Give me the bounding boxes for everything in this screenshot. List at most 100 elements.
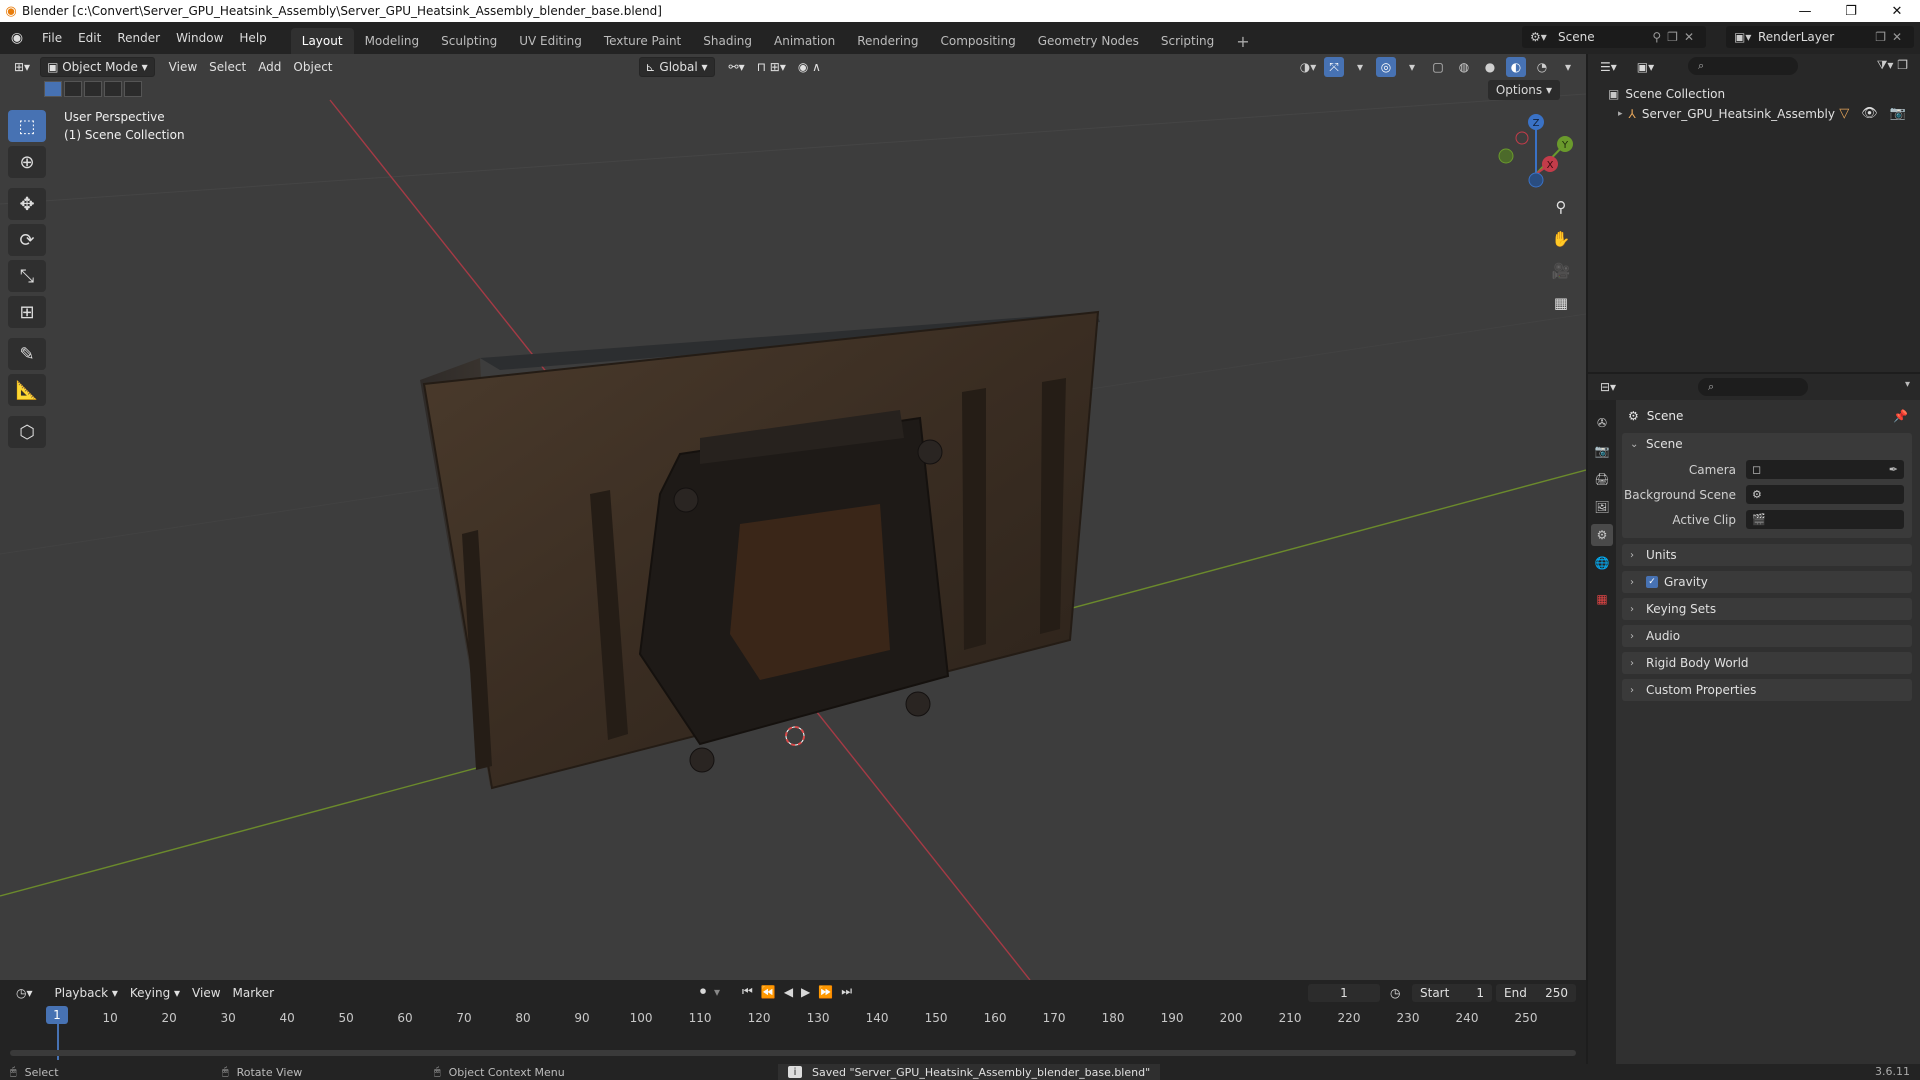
material-shading-icon[interactable]: ◐: [1506, 57, 1526, 77]
ortho-grid-icon[interactable]: ▦: [1548, 290, 1574, 316]
preview-range-icon[interactable]: ◷: [1390, 984, 1408, 1002]
outliner-item-assembly[interactable]: ▸ ⅄ Server_GPU_Heatsink_Assembly: [1618, 104, 1835, 124]
visibility-icon[interactable]: ◑▾: [1298, 57, 1318, 77]
tab-animation[interactable]: Animation: [763, 28, 846, 54]
tab-geometry-nodes[interactable]: Geometry Nodes: [1027, 28, 1150, 54]
minimize-button[interactable]: —: [1782, 0, 1828, 22]
menu-render[interactable]: Render: [109, 27, 168, 49]
move-tool-icon[interactable]: ✥: [8, 188, 46, 220]
rotate-tool-icon[interactable]: ⟳: [8, 224, 46, 256]
properties-editor[interactable]: ⊟▾ ⌕ ▾ ✇ 📷 🖨 🖼 ⚙ 🌐 ▦ ⚙ Scene 📌 ⌄ Scene C…: [1588, 374, 1920, 1064]
close-button[interactable]: ✕: [1874, 0, 1920, 22]
select-subtract-icon[interactable]: [84, 81, 102, 97]
tab-sculpting[interactable]: Sculpting: [430, 28, 508, 54]
camera-view-icon[interactable]: 🎥: [1548, 258, 1574, 284]
scale-tool-icon[interactable]: ⤡: [8, 260, 46, 292]
transform-orientation-dropdown[interactable]: ⊾ Global ▾: [638, 57, 715, 77]
active-clip-field[interactable]: 🎬: [1746, 510, 1904, 529]
outliner-editor-type-icon[interactable]: ☰▾: [1600, 60, 1617, 74]
wireframe-shading-icon[interactable]: ◍: [1454, 57, 1474, 77]
select-invert-icon[interactable]: [104, 81, 122, 97]
menu-help[interactable]: Help: [231, 27, 274, 49]
world-tab-icon[interactable]: 🌐: [1591, 552, 1613, 574]
timeline-editor-type-icon[interactable]: ◷▾: [10, 983, 39, 1003]
menu-edit[interactable]: Edit: [70, 27, 109, 49]
expand-arrow-icon[interactable]: ▸: [1618, 109, 1623, 119]
maximize-button[interactable]: ❐: [1828, 0, 1874, 22]
outliner-editor[interactable]: ☰▾ ▣▾ ⌕ ⧩▾ ❐ ▣ Scene Collection ▸ ⅄ Serv…: [1588, 54, 1920, 372]
pin-icon[interactable]: 📌: [1893, 409, 1908, 423]
outliner-filter-icon[interactable]: ⧩▾ ❐: [1877, 58, 1908, 73]
gizmo-neg-x-handle[interactable]: [1515, 131, 1529, 145]
menu-keying[interactable]: Keying ▾: [124, 983, 186, 1003]
end-frame-field[interactable]: End 250: [1496, 984, 1576, 1002]
options-dropdown[interactable]: Options ▾: [1487, 80, 1560, 100]
frame-cursor[interactable]: 1: [46, 1006, 68, 1024]
blender-menu-icon[interactable]: ◉: [0, 30, 34, 46]
camera-field[interactable]: ◻ ✒: [1746, 460, 1904, 479]
menu-playback[interactable]: Playback ▾: [49, 983, 124, 1003]
record-dropdown-icon[interactable]: ▾: [714, 985, 720, 999]
timeline-scrollbar[interactable]: [10, 1050, 1576, 1056]
gizmo-dropdown-icon[interactable]: ▾: [1350, 57, 1370, 77]
tab-modeling[interactable]: Modeling: [354, 28, 431, 54]
panel-units[interactable]: › Units: [1622, 544, 1912, 566]
add-cube-tool-icon[interactable]: ⬡: [8, 416, 46, 448]
annotate-tool-icon[interactable]: ✎: [8, 338, 46, 370]
camera-render-icon[interactable]: 📷: [1890, 106, 1906, 121]
output-tab-icon[interactable]: 🖨: [1591, 468, 1613, 490]
jump-keyframe-forward-icon[interactable]: ⏩: [818, 985, 833, 999]
select-extend-icon[interactable]: [64, 81, 82, 97]
view-layer-actions-icon[interactable]: ❐✕: [1875, 30, 1908, 44]
select-box-tool-icon[interactable]: ⬚: [8, 110, 46, 142]
solid-shading-icon[interactable]: ●: [1480, 57, 1500, 77]
render-tab-icon[interactable]: 📷: [1591, 440, 1613, 462]
gizmo-neg-z-handle[interactable]: [1528, 172, 1544, 188]
menu-window[interactable]: Window: [168, 27, 231, 49]
timeline-editor[interactable]: ◷▾ Playback ▾ Keying ▾ View Marker ⏺ ▾ ⏮…: [0, 980, 1586, 1064]
texture-tab-icon[interactable]: ▦: [1591, 588, 1613, 610]
3d-cursor[interactable]: [785, 726, 805, 746]
eye-visibility-icon[interactable]: 👁: [1861, 106, 1878, 121]
properties-options-icon[interactable]: ▾: [1905, 379, 1910, 390]
shading-dropdown-icon[interactable]: ▾: [1558, 57, 1578, 77]
menu-file[interactable]: File: [34, 27, 70, 49]
panel-rigid-body-world[interactable]: › Rigid Body World: [1622, 652, 1912, 674]
record-icon[interactable]: ⏺: [700, 984, 706, 999]
gizmo-neg-y-handle[interactable]: [1498, 148, 1514, 164]
play-icon[interactable]: ▶: [801, 985, 810, 999]
cursor-tool-icon[interactable]: ⊕: [8, 146, 46, 178]
panel-audio[interactable]: › Audio: [1622, 625, 1912, 647]
tab-uv-editing[interactable]: UV Editing: [508, 28, 593, 54]
menu-view[interactable]: View: [163, 57, 203, 77]
eyedropper-icon[interactable]: ✒: [1889, 463, 1898, 476]
properties-search-input[interactable]: ⌕: [1698, 378, 1808, 396]
menu-add[interactable]: Add: [252, 57, 287, 77]
tab-shading[interactable]: Shading: [692, 28, 763, 54]
menu-marker[interactable]: Marker: [227, 983, 280, 1003]
menu-timeline-view[interactable]: View: [186, 983, 226, 1003]
select-new-icon[interactable]: [44, 81, 62, 97]
measure-tool-icon[interactable]: 📐: [8, 374, 46, 406]
background-scene-field[interactable]: ⚙: [1746, 485, 1904, 504]
tool-tab-icon[interactable]: ✇: [1591, 412, 1613, 434]
gravity-checkbox[interactable]: ✓: [1646, 576, 1658, 588]
tab-rendering[interactable]: Rendering: [846, 28, 929, 54]
gizmo-toggle-icon[interactable]: ⤧: [1324, 57, 1344, 77]
overlay-dropdown-icon[interactable]: ▾: [1402, 57, 1422, 77]
play-reverse-icon[interactable]: ◀: [784, 985, 793, 999]
menu-object[interactable]: Object: [287, 57, 338, 77]
panel-custom-properties[interactable]: › Custom Properties: [1622, 679, 1912, 701]
start-frame-field[interactable]: Start 1: [1412, 984, 1492, 1002]
snap-icon[interactable]: ⊓ ⊞▾: [751, 57, 792, 77]
pivot-point-icon[interactable]: ⚯▾: [723, 57, 751, 77]
pan-hand-icon[interactable]: ✋: [1548, 226, 1574, 252]
xray-icon[interactable]: ▢: [1428, 57, 1448, 77]
display-mode-icon[interactable]: ▣▾: [1637, 60, 1654, 74]
tab-compositing[interactable]: Compositing: [929, 28, 1026, 54]
scene-tab-icon[interactable]: ⚙: [1591, 524, 1613, 546]
jump-keyframe-back-icon[interactable]: ⏪: [761, 985, 776, 999]
view-layer-selector[interactable]: ▣▾ RenderLayer ❐✕: [1726, 26, 1914, 48]
tab-layout[interactable]: Layout: [290, 28, 354, 54]
menu-select[interactable]: Select: [203, 57, 252, 77]
